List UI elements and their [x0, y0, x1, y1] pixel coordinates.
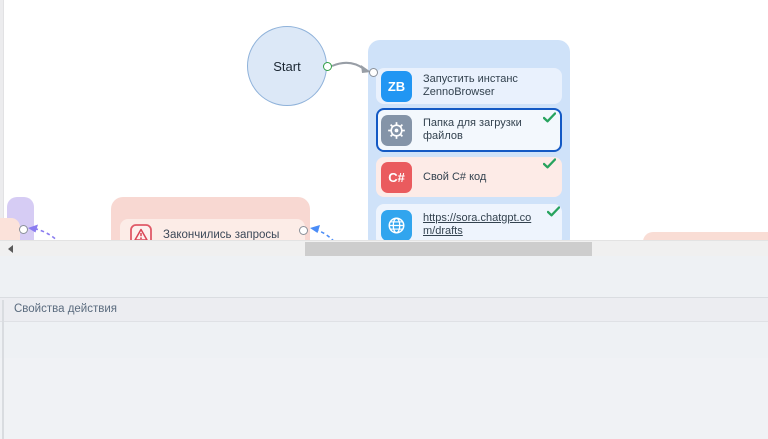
check-icon: [547, 206, 560, 217]
csharp-icon: C#: [381, 161, 412, 193]
purple-node-port[interactable]: [19, 225, 28, 234]
check-icon: [543, 112, 556, 123]
action-properties-form: Папка для загрузки файлов ▾ {-Project.Di…: [0, 358, 768, 439]
properties-toolbar: [0, 322, 768, 358]
zennobrowser-icon: ZB: [381, 70, 412, 102]
action-block-label: Свой C# код: [423, 170, 487, 183]
scroll-left-arrow-icon[interactable]: [8, 245, 13, 253]
error-action-block[interactable]: Закончились запросы: [120, 219, 305, 240]
error-node-port[interactable]: [299, 226, 308, 235]
action-block-open-url[interactable]: https://sora.chatgpt.com/drafts: [376, 204, 562, 240]
start-connector-edge: [331, 61, 371, 73]
warning-icon: [130, 224, 152, 240]
panel-left-grip: [2, 300, 4, 439]
action-block-label: Папка для загрузки файлов: [423, 117, 522, 142]
properties-panel-title: Свойства действия: [14, 303, 118, 315]
start-node[interactable]: Start: [247, 26, 327, 106]
start-output-port[interactable]: [323, 62, 332, 71]
check-icon: [543, 158, 556, 169]
flow-canvas[interactable]: Закончились запросы Start ZB Запустить и…: [0, 0, 768, 240]
start-node-label: Start: [273, 58, 301, 74]
scrollbar-thumb[interactable]: [305, 242, 592, 256]
gear-icon: [381, 114, 412, 146]
action-block-url-link[interactable]: https://sora.chatgpt.com/drafts: [423, 212, 541, 238]
pink-action-node-right[interactable]: [643, 232, 768, 240]
purple-dashed-edge: [28, 224, 58, 240]
error-group-node[interactable]: Закончились запросы: [111, 197, 310, 240]
blue-dashed-edge: [310, 225, 334, 240]
action-block-zennobrowser[interactable]: ZB Запустить инстанс ZennoBrowser: [376, 68, 562, 104]
bottom-dock-toolbar: +: [0, 256, 768, 297]
action-block-csharp[interactable]: C# Свой C# код: [376, 157, 562, 197]
pink-action-node-left[interactable]: [0, 218, 20, 240]
block-input-port[interactable]: [369, 68, 378, 77]
globe-icon: [381, 209, 412, 240]
properties-panel-header: Свойства действия: [0, 297, 768, 322]
action-block-download-folder[interactable]: Папка для загрузки файлов: [376, 108, 562, 152]
canvas-left-scroll-strip[interactable]: [0, 0, 4, 240]
error-node-label: Закончились запросы: [163, 229, 280, 240]
action-group-panel[interactable]: ZB Запустить инстанс ZennoBrowser Папка …: [368, 40, 570, 240]
canvas-horizontal-scrollbar[interactable]: [0, 240, 768, 256]
action-block-label: Запустить инстанс ZennoBrowser: [423, 73, 518, 98]
